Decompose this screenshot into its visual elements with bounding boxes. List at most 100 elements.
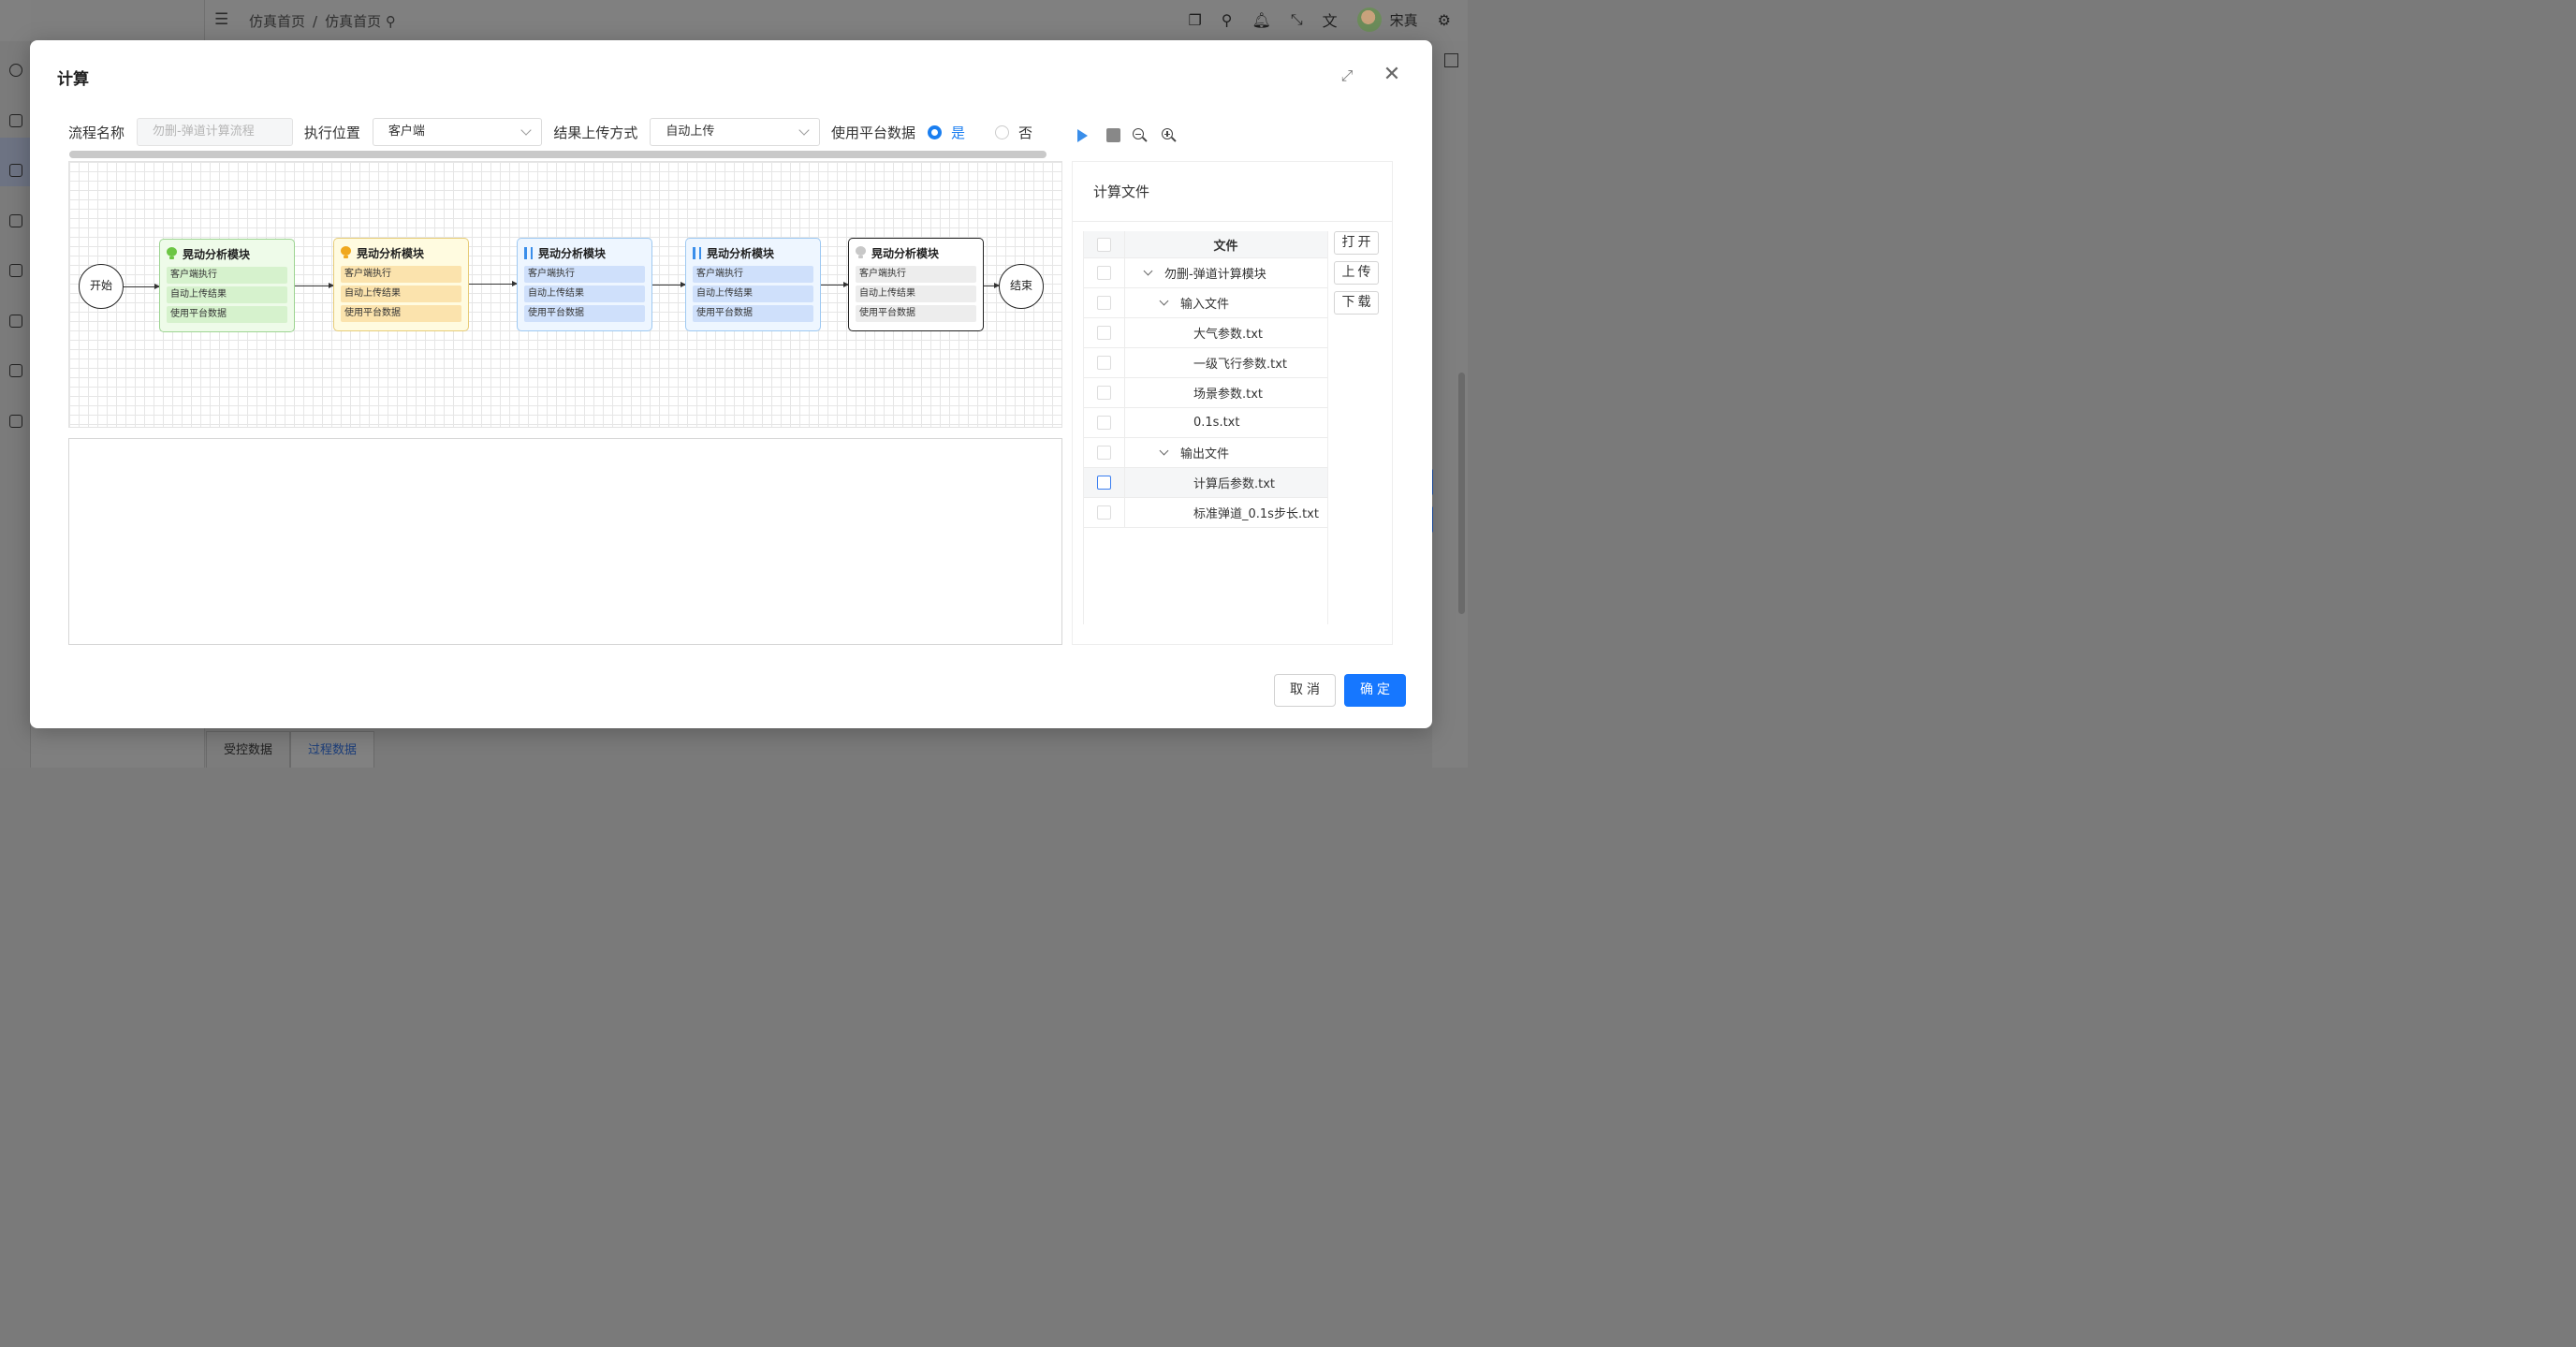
flow-edge bbox=[821, 282, 849, 287]
fullscreen-icon[interactable]: ⤡ bbox=[1291, 10, 1303, 29]
stop-icon[interactable] bbox=[1106, 128, 1120, 142]
row-checkbox[interactable] bbox=[1097, 476, 1111, 490]
form-horizontal-scrollbar[interactable] bbox=[69, 151, 1046, 158]
flow-node[interactable]: 晃动分析模块 客户端执行 自动上传结果 使用平台数据 bbox=[685, 238, 821, 331]
row-checkbox[interactable] bbox=[1097, 326, 1111, 340]
row-checkbox[interactable] bbox=[1097, 416, 1111, 430]
confirm-button[interactable]: 确定 bbox=[1344, 674, 1406, 707]
node-attr: 客户端执行 bbox=[524, 266, 645, 283]
flow-node[interactable]: 晃动分析模块 客户端执行 自动上传结果 使用平台数据 bbox=[517, 238, 652, 331]
table-row[interactable]: 0.1s.txt bbox=[1084, 408, 1327, 438]
flow-node[interactable]: 晃动分析模块 客户端执行 自动上传结果 使用平台数据 bbox=[333, 238, 469, 331]
alarm-icon[interactable] bbox=[9, 114, 22, 127]
row-checkbox[interactable] bbox=[1097, 266, 1111, 280]
tree-item-label: 计算后参数.txt bbox=[1193, 477, 1276, 491]
compute-dialog: 计算 ⤢ ✕ 流程名称 勿删-弹道计算流程 执行位置 客户端 结果上传方式 自动… bbox=[30, 40, 1432, 728]
upload-button[interactable]: 上传 bbox=[1334, 261, 1379, 285]
zoom-in-icon[interactable] bbox=[1161, 127, 1177, 143]
node-attr: 使用平台数据 bbox=[341, 305, 461, 322]
chevron-down-icon bbox=[798, 124, 810, 136]
search-icon[interactable]: ⚲ bbox=[1222, 11, 1233, 29]
radio-dot bbox=[994, 124, 1009, 139]
tab-process-data[interactable]: 过程数据 bbox=[290, 731, 375, 768]
chevron-down-icon[interactable] bbox=[1143, 266, 1153, 276]
radio-yes[interactable]: 是 bbox=[927, 123, 965, 142]
upload-mode-select[interactable]: 自动上传 bbox=[650, 118, 820, 146]
open-button[interactable]: 打开 bbox=[1334, 231, 1379, 255]
table-row[interactable]: 大气参数.txt bbox=[1084, 318, 1327, 348]
row-checkbox[interactable] bbox=[1097, 446, 1111, 460]
row-checkbox[interactable] bbox=[1097, 356, 1111, 370]
flow-canvas[interactable]: 开始 晃动分析模块 客户端执行 自动上传结果 使用平台数据 晃动分析模块 客户端… bbox=[68, 161, 1062, 428]
sidebar-active-item[interactable] bbox=[0, 138, 31, 186]
table-row[interactable]: 输入文件 bbox=[1084, 288, 1327, 318]
node-attr: 自动上传结果 bbox=[693, 286, 813, 302]
copy-icon[interactable]: ❐ bbox=[1188, 11, 1201, 29]
tree-item-label: 0.1s.txt bbox=[1193, 416, 1240, 430]
process-form: 流程名称 勿删-弹道计算流程 执行位置 客户端 结果上传方式 自动上传 使用平台… bbox=[68, 118, 1062, 146]
close-icon[interactable]: ✕ bbox=[1383, 65, 1401, 85]
table-row[interactable]: 场景参数.txt bbox=[1084, 378, 1327, 408]
node-attr: 自动上传结果 bbox=[524, 286, 645, 302]
row-checkbox[interactable] bbox=[1097, 505, 1111, 520]
node-attr: 使用平台数据 bbox=[856, 305, 976, 322]
output-log-area[interactable] bbox=[68, 438, 1062, 645]
share-icon[interactable] bbox=[9, 164, 22, 177]
column-divider bbox=[1124, 318, 1125, 347]
breadcrumb-item[interactable]: 仿真首页 bbox=[249, 13, 305, 30]
process-name-input[interactable]: 勿删-弹道计算流程 bbox=[137, 118, 293, 146]
row-checkbox[interactable] bbox=[1097, 296, 1111, 310]
node-title: 晃动分析模块 bbox=[357, 246, 425, 260]
breadcrumb-item[interactable]: 仿真首页 bbox=[325, 13, 381, 30]
table-row[interactable]: 输出文件 bbox=[1084, 438, 1327, 468]
table-row[interactable]: 计算后参数.txt bbox=[1084, 468, 1327, 498]
table-row[interactable]: 勿删-弹道计算模块 bbox=[1084, 258, 1327, 288]
tree-item-label: 场景参数.txt bbox=[1193, 388, 1264, 402]
panel-title: 计算文件 bbox=[1093, 183, 1150, 200]
tab-controlled-data[interactable]: 受控数据 bbox=[206, 731, 291, 768]
flow-node[interactable]: 晃动分析模块 客户端执行 自动上传结果 使用平台数据 bbox=[848, 238, 984, 331]
fullscreen-icon[interactable]: ⤢ bbox=[1339, 67, 1355, 84]
monitor-icon[interactable] bbox=[9, 264, 22, 277]
left-icon-rail bbox=[0, 41, 31, 768]
table-row[interactable]: 标准弹道_0.1s步长.txt bbox=[1084, 498, 1327, 528]
translate-icon[interactable]: 文 bbox=[1323, 8, 1338, 31]
node-attr: 客户端执行 bbox=[856, 266, 976, 283]
table-header: 文件 bbox=[1084, 231, 1327, 258]
play-icon[interactable] bbox=[1077, 128, 1088, 142]
row-checkbox[interactable] bbox=[1097, 386, 1111, 400]
check-circle-icon[interactable] bbox=[9, 64, 22, 77]
apps-icon[interactable] bbox=[9, 364, 22, 377]
robot-icon[interactable] bbox=[9, 415, 22, 428]
zoom-out-icon[interactable] bbox=[1132, 127, 1148, 143]
node-header: 晃动分析模块 bbox=[167, 246, 287, 261]
exec-location-select[interactable]: 客户端 bbox=[372, 118, 543, 146]
tree-item-label: 一级飞行参数.txt bbox=[1193, 358, 1288, 372]
table-row[interactable]: 一级飞行参数.txt bbox=[1084, 348, 1327, 378]
node-attr: 自动上传结果 bbox=[167, 286, 287, 303]
bell-icon[interactable]: 🔔︎ bbox=[1252, 11, 1271, 29]
flow-node[interactable]: 晃动分析模块 客户端执行 自动上传结果 使用平台数据 bbox=[159, 239, 295, 332]
start-node[interactable]: 开始 bbox=[79, 264, 124, 309]
search-icon[interactable]: ⚲ bbox=[386, 13, 396, 30]
chevron-down-icon[interactable] bbox=[1159, 296, 1169, 306]
user-name[interactable]: 宋真 bbox=[1390, 10, 1418, 30]
node-attr: 自动上传结果 bbox=[856, 286, 976, 302]
menu-fold-icon[interactable]: ☰ bbox=[214, 11, 231, 28]
cancel-button[interactable]: 取消 bbox=[1274, 674, 1336, 707]
end-node[interactable]: 结束 bbox=[999, 264, 1044, 309]
node-attr: 使用平台数据 bbox=[524, 305, 645, 322]
dialog-title: 计算 bbox=[57, 70, 89, 89]
download-button[interactable]: 下载 bbox=[1334, 291, 1379, 315]
settings-icon[interactable]: ⚙ bbox=[1438, 11, 1451, 29]
page-scrollbar[interactable] bbox=[1458, 373, 1465, 614]
home-icon[interactable] bbox=[9, 214, 22, 227]
radio-no[interactable]: 否 bbox=[994, 123, 1032, 142]
file-actions: 打开 上传 下载 bbox=[1334, 231, 1379, 315]
flag-icon[interactable] bbox=[9, 315, 22, 328]
avatar[interactable] bbox=[1356, 7, 1382, 32]
node-attr: 客户端执行 bbox=[167, 267, 287, 284]
divider bbox=[1073, 221, 1392, 222]
chevron-down-icon[interactable] bbox=[1159, 446, 1169, 456]
expand-icon[interactable] bbox=[1444, 53, 1458, 67]
